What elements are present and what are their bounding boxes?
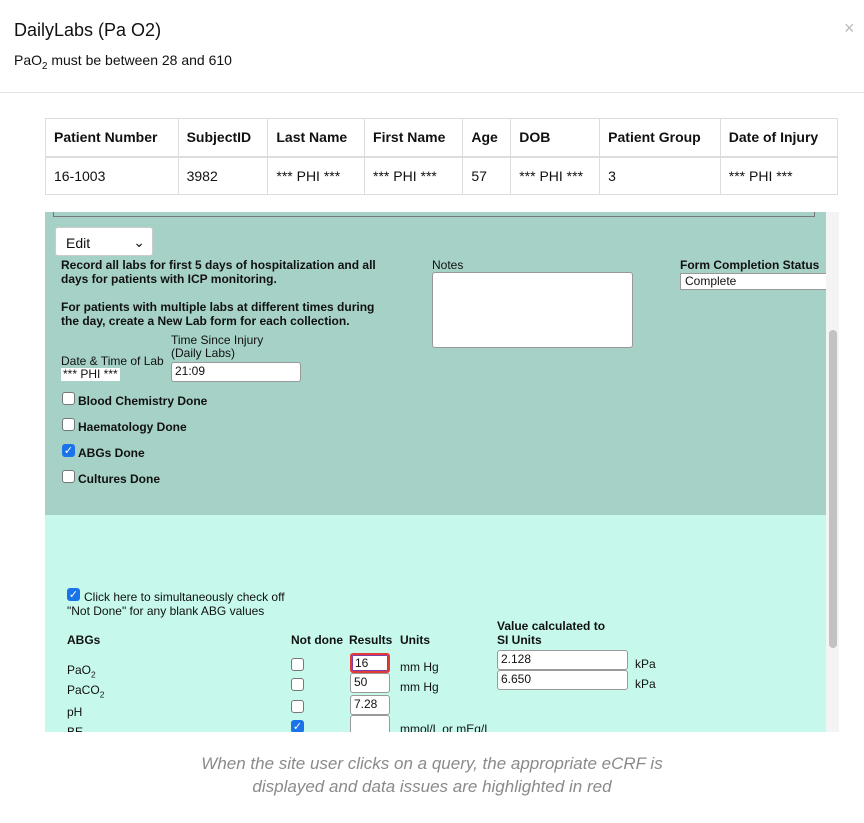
result-input[interactable]: 16	[350, 653, 390, 673]
msg-pre: PaO	[14, 52, 43, 68]
si-units-text: kPa	[635, 657, 656, 671]
lab-done-label: Cultures Done	[78, 472, 161, 486]
notes-textarea[interactable]	[432, 272, 633, 348]
instruction-text: days for patients with ICP monitoring.	[61, 272, 277, 286]
notdone-checkbox[interactable]: ✓	[291, 720, 304, 732]
ecrf-form: Edit ⌄ Record all labs for first 5 days o…	[45, 212, 826, 732]
units-text: mmol/L or mEq/L	[400, 722, 491, 732]
caption-line: displayed and data issues are highlighte…	[252, 777, 612, 796]
caption: When the site user clicks on a query, th…	[0, 752, 864, 798]
column-header: Last Name	[267, 118, 366, 158]
column-header: Patient Group	[599, 118, 721, 158]
column-header: DOB	[510, 118, 601, 158]
msg-post: must be between 28 and 610	[47, 52, 232, 68]
result-input[interactable]: 7.28	[350, 695, 390, 715]
notdone-checkbox[interactable]	[291, 678, 304, 691]
divider	[0, 92, 864, 93]
column-header: Patient Number	[45, 118, 179, 158]
close-icon[interactable]: ×	[844, 18, 855, 39]
form-status-select[interactable]: Complete	[680, 273, 826, 290]
units-text: mm Hg	[400, 680, 439, 694]
table-cell: *** PHI ***	[719, 156, 839, 195]
notes-label: Notes	[432, 258, 464, 272]
units-text: mm Hg	[400, 660, 439, 674]
table-cell: 3	[599, 156, 721, 195]
abg-name: PaCO2	[67, 683, 105, 700]
si-units-text: kPa	[635, 677, 656, 691]
lab-done-checkbox[interactable]	[62, 392, 75, 405]
notdone-checkbox[interactable]	[291, 658, 304, 671]
column-header: First Name	[364, 118, 464, 158]
caption-line: When the site user clicks on a query, th…	[201, 754, 663, 773]
lab-done-label: Haematology Done	[78, 420, 187, 434]
table-cell: 3982	[177, 156, 269, 195]
abg-header: ABGs	[67, 633, 101, 647]
date-label: Date & Time of Lab	[61, 354, 164, 368]
table-remnant	[53, 212, 815, 217]
edit-select[interactable]: Edit ⌄	[55, 227, 153, 256]
units-header: Units	[400, 633, 430, 647]
table-cell: 16-1003	[45, 156, 179, 195]
result-input[interactable]: 50	[350, 673, 390, 693]
abg-name: pH	[67, 705, 83, 719]
tsi-label: (Daily Labs)	[171, 346, 236, 360]
date-value: *** PHI ***	[61, 367, 120, 381]
tsi-input[interactable]: 21:09	[171, 362, 301, 382]
notdone-all-label: "Not Done" for any blank ABG values	[67, 604, 265, 618]
notdone-checkbox[interactable]	[291, 700, 304, 713]
lab-done-label: ABGs Done	[78, 446, 145, 460]
instruction-text: the day, create a New Lab form for each …	[61, 314, 350, 328]
instruction-text: Record all labs for first 5 days of hosp…	[61, 258, 376, 272]
edit-select-value: Edit	[66, 235, 91, 251]
table-cell: 57	[462, 156, 512, 195]
table-cell: *** PHI ***	[364, 156, 464, 195]
column-header: Date of Injury	[719, 118, 839, 158]
results-header: Results	[349, 633, 393, 647]
scrollbar-thumb[interactable]	[829, 330, 837, 648]
query-message: PaO2 must be between 28 and 610	[14, 52, 232, 72]
lab-info-section: Edit ⌄ Record all labs for first 5 days o…	[45, 212, 826, 515]
si-value-input[interactable]: 6.650	[497, 670, 628, 690]
notdone-all-label: Click here to simultaneously check off	[84, 590, 285, 604]
table-cell: *** PHI ***	[267, 156, 366, 195]
column-header: SubjectID	[177, 118, 269, 158]
abg-name: PaO2	[67, 663, 96, 680]
result-input[interactable]	[350, 715, 390, 732]
lab-done-checkbox[interactable]: ✓	[62, 444, 75, 457]
abg-name: BE	[67, 725, 84, 732]
si-header: SI Units	[497, 633, 542, 647]
si-value-input[interactable]: 2.128	[497, 650, 628, 670]
abg-section: ✓ Click here to simultaneously check off…	[45, 515, 826, 732]
notdone-header: Not done	[291, 633, 343, 647]
modal-title: DailyLabs (Pa O2)	[14, 20, 162, 40]
si-header: Value calculated to	[497, 619, 606, 633]
chevron-down-icon: ⌄	[133, 234, 145, 250]
table-cell: *** PHI ***	[510, 156, 601, 195]
lab-done-label: Blood Chemistry Done	[78, 394, 208, 408]
form-status-label: Form Completion Status	[680, 258, 820, 272]
instruction-text: For patients with multiple labs at diffe…	[61, 300, 375, 314]
lab-done-checkbox[interactable]	[62, 418, 75, 431]
lab-done-checkbox[interactable]	[62, 470, 75, 483]
column-header: Age	[462, 118, 512, 158]
patient-table: Patient Number SubjectID Last Name First Na…	[45, 118, 839, 195]
